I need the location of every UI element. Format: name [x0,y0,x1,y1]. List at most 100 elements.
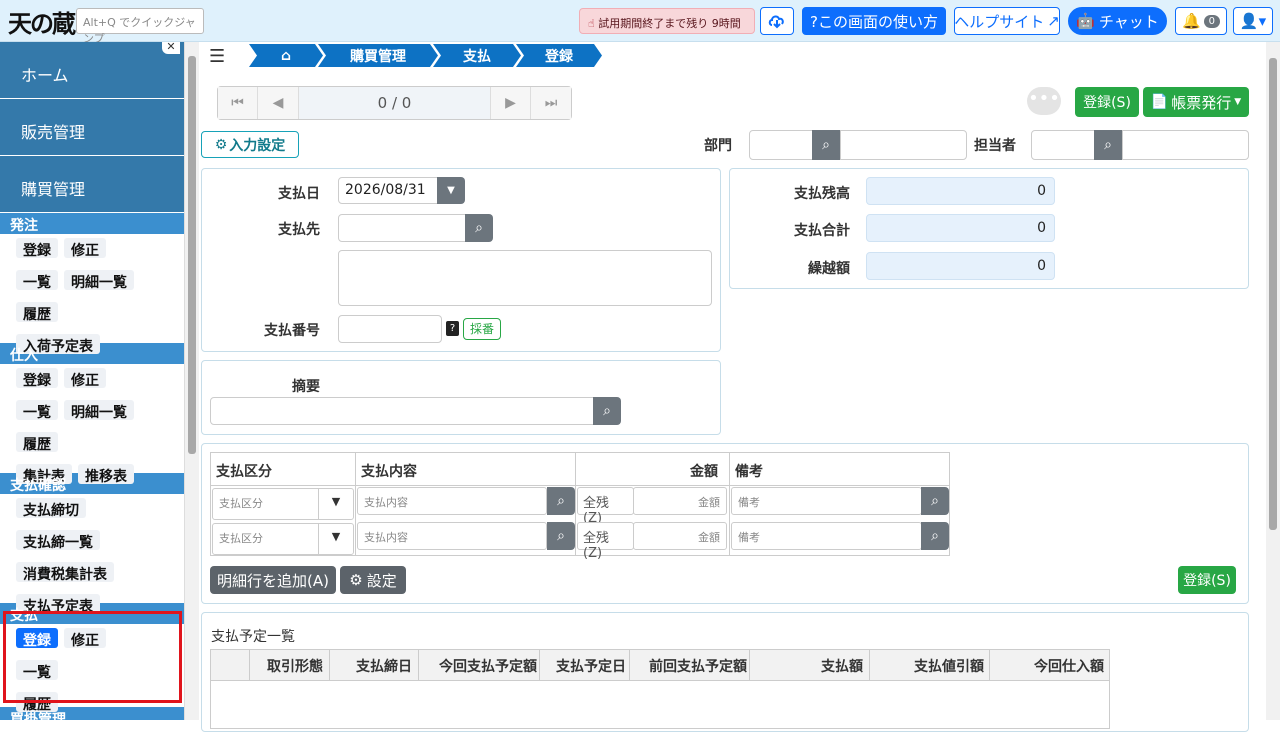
search-icon: ⌕ [557,493,565,509]
sidebar-item-label: ホーム [21,66,69,85]
sidebar-item-order-edit[interactable]: 修正 [64,238,106,259]
schedule-header-purchase-amount: 今回仕入額 [1034,659,1104,675]
detail-row-2-note-search-button[interactable]: ⌕ [921,522,949,550]
cloud-download-icon [768,15,784,29]
first-page-button[interactable]: ⏮ [218,87,258,119]
highlight-box [3,611,182,703]
detail-row-2-kind-select[interactable]: 支払区分 [212,523,319,555]
sidebar-item-purchase-list[interactable]: 一覧 [16,400,58,421]
user-menu-button[interactable]: 👤▾ [1233,7,1273,35]
input-settings-button[interactable]: ⚙ 入力設定 [201,131,299,158]
numbering-button[interactable]: 採番 [463,318,501,340]
page-scrollbar[interactable] [1266,42,1280,720]
detail-row-2-amount-input[interactable]: 金額 [633,522,727,550]
sidebar-item-purchase-detail-list[interactable]: 明細一覧 [64,400,134,421]
sidebar-item-order-detail-list[interactable]: 明細一覧 [64,270,134,291]
detail-header-amount: 金額 [690,464,718,480]
next-page-button[interactable]: ▶ [491,87,531,119]
help-site-button[interactable]: ヘルプサイト ↗ [954,7,1060,35]
detail-row-1-search-button[interactable]: ⌕ [547,487,575,515]
detail-row-1-amount-input[interactable]: 金額 [633,487,727,515]
department-name-input[interactable] [840,130,967,160]
total-value: 0 [866,214,1055,242]
detail-row-2-content-input[interactable]: 支払内容 [357,522,547,550]
detail-row-2-search-button[interactable]: ⌕ [547,522,575,550]
trial-notice: ☝ 試用期間終了まで残り 9時間 [579,8,755,34]
schedule-header-deal-type: 取引形態 [267,659,323,675]
payee-code-input[interactable] [338,214,466,242]
search-icon: ⌕ [931,528,939,544]
user-icon: 👤▾ [1239,12,1267,30]
staff-name-input[interactable] [1122,130,1249,160]
detail-row-1-all-remaining-button[interactable]: 全残(Z) [577,487,634,526]
sidebar-order-items: 登録 修正 一覧 明細一覧 履歴 入荷予定表 [0,234,184,355]
detail-row-1-note-search-button[interactable]: ⌕ [921,487,949,515]
sidebar-scrollbar[interactable] [185,42,199,720]
date-dropdown-button[interactable]: ▼ [437,177,465,204]
external-link-icon: ↗ [1047,12,1060,30]
quick-jump-input[interactable]: Alt+Q でクイックジャンプ [76,8,204,45]
sidebar-item-label: 購買管理 [21,180,86,199]
department-code-input[interactable] [749,130,813,160]
breadcrumb-payment[interactable]: 支払 [433,44,521,67]
summary-input[interactable] [210,397,594,425]
sidebar-item-sales[interactable]: 販売管理 [0,99,184,156]
sidebar-item-home[interactable]: ホーム ✕ [0,42,184,99]
detail-row-1-kind-select[interactable]: 支払区分 [212,488,319,520]
detail-row-1-content-input[interactable]: 支払内容 [357,487,547,515]
search-icon: ⌕ [931,493,939,509]
pay-number-label: 支払番号 [264,323,320,339]
chevron-down-icon[interactable]: ▼ [318,488,354,520]
add-row-button[interactable]: 明細行を追加(A) [210,566,336,594]
department-search-button[interactable]: ⌕ [812,130,840,160]
home-icon: ⌂ [280,47,292,64]
detail-settings-button[interactable]: ⚙ 設定 [340,566,406,594]
pay-number-input[interactable] [338,315,442,343]
comment-icon[interactable]: ••• [1027,87,1061,115]
detail-register-button[interactable]: 登録(S) [1178,566,1236,594]
robot-icon: 🤖 [1076,12,1095,30]
chat-button[interactable]: 🤖 チャット [1068,7,1167,35]
detail-settings-label: 設定 [366,571,397,590]
prev-page-button[interactable]: ◀ [258,87,299,119]
app-logo[interactable]: 天の蔵 [8,4,76,39]
pay-date-input[interactable]: 2026/08/31 [338,177,438,204]
menu-toggle-icon[interactable]: ☰ [209,46,225,67]
sidebar-item-payment-closing[interactable]: 支払締切 [16,498,86,519]
summary-search-button[interactable]: ⌕ [593,397,621,425]
detail-row-2-note-input[interactable]: 備考 [731,522,922,550]
help-icon[interactable]: ? [446,321,459,336]
download-button[interactable] [760,7,794,35]
help-screen-button[interactable]: ?この画面の使い方 [802,7,946,35]
register-button[interactable]: 登録(S) [1075,87,1139,117]
detail-row-2-all-remaining-button[interactable]: 全残(Z) [577,522,634,561]
sidebar-item-label: 販売管理 [21,123,86,142]
sidebar-purchase-items: 登録 修正 一覧 明細一覧 履歴 集計表 推移表 [0,364,184,485]
breadcrumb-purchasing[interactable]: 購買管理 [318,44,438,67]
sidebar-item-payment-closing-list[interactable]: 支払締一覧 [16,530,100,551]
staff-search-button[interactable]: ⌕ [1094,130,1122,160]
sidebar-item-purchase-register[interactable]: 登録 [16,368,58,389]
payee-search-button[interactable]: ⌕ [465,214,493,242]
sidebar-item-consumption-tax-summary[interactable]: 消費税集計表 [16,562,114,583]
chevron-down-icon[interactable]: ▼ [318,523,354,555]
sidebar-item-order-history[interactable]: 履歴 [16,302,58,323]
last-page-button[interactable]: ⏭ [531,87,571,119]
sidebar-item-order-list[interactable]: 一覧 [16,270,58,291]
sidebar-item-purchasing[interactable]: 購買管理 [0,156,184,213]
pin-icon[interactable]: ✕ [162,42,180,54]
report-button[interactable]: 📄 帳票発行 ▼ [1143,87,1249,117]
chat-label: チャット [1098,12,1159,31]
sidebar-item-purchase-trend[interactable]: 推移表 [78,464,134,485]
sidebar-item-purchase-history[interactable]: 履歴 [16,432,58,453]
notification-button[interactable]: 🔔 0 [1175,7,1227,35]
detail-row-1-note-input[interactable]: 備考 [731,487,922,515]
sidebar-item-purchase-edit[interactable]: 修正 [64,368,106,389]
staff-code-input[interactable] [1031,130,1095,160]
payee-name-textarea[interactable] [338,250,712,306]
schedule-header-previous-amount: 前回支払予定額 [649,659,747,675]
carry-value: 0 [866,252,1055,280]
breadcrumb-home[interactable]: ⌂ [249,44,323,67]
sidebar-item-order-register[interactable]: 登録 [16,238,58,259]
search-icon: ⌕ [557,528,565,544]
